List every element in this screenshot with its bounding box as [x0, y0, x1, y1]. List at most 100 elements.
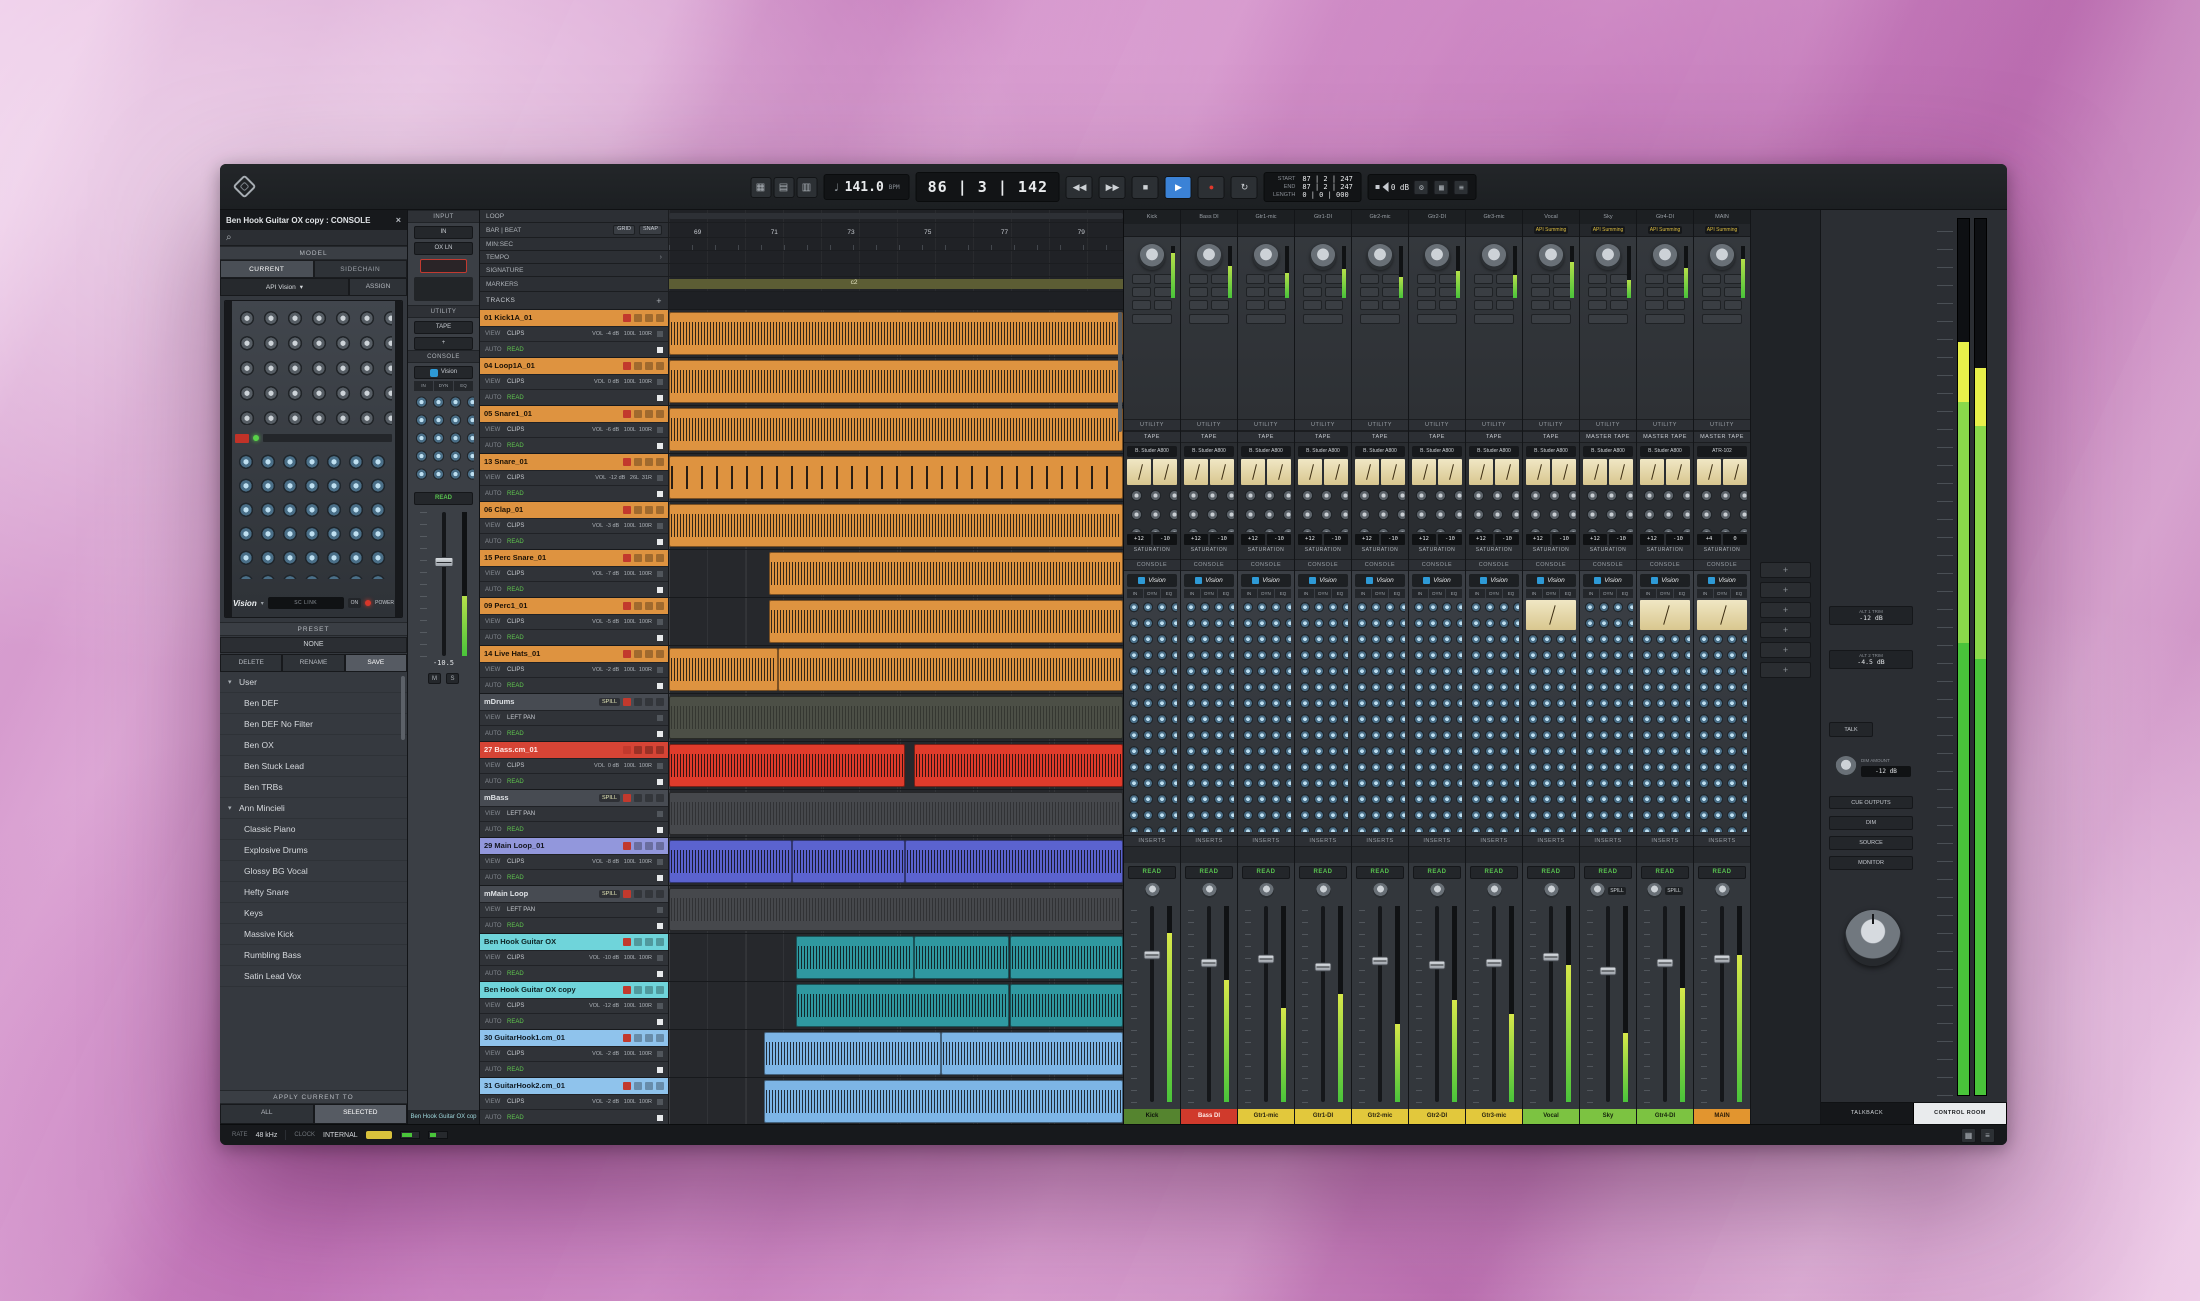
tape-knobs[interactable] — [1241, 487, 1291, 532]
automation-mode[interactable]: READ — [507, 635, 524, 641]
loop-ruler[interactable] — [669, 210, 1123, 222]
insert-slot[interactable]: API Summing — [1523, 224, 1579, 237]
pan-knob[interactable] — [1647, 883, 1662, 898]
audio-clip[interactable] — [905, 840, 1123, 883]
vision-eq-toggle[interactable]: EQ — [1617, 589, 1633, 598]
automation-read-button[interactable]: READ — [1698, 866, 1746, 879]
chevron-down-icon[interactable]: ▾ — [228, 678, 239, 686]
input-select-button[interactable] — [1360, 314, 1400, 324]
clock-value[interactable]: INTERNAL — [323, 1132, 358, 1139]
track-lane[interactable] — [669, 310, 1123, 357]
cal-value[interactable]: -10 — [1495, 534, 1519, 545]
pan-knob[interactable] — [1544, 883, 1559, 898]
view-mode-value[interactable]: CLIPS — [507, 475, 524, 481]
tape-module[interactable]: B. Studer A800 +12 -10 SATURATION — [1409, 443, 1465, 559]
track-lane[interactable] — [669, 598, 1123, 645]
input-gain-knob[interactable] — [1310, 244, 1336, 270]
auto-label[interactable]: AUTO — [485, 587, 502, 593]
tape-knobs[interactable] — [1298, 487, 1348, 532]
vision-eq-toggle[interactable]: EQ — [454, 381, 473, 391]
input-monitor-button[interactable] — [634, 698, 642, 706]
insert-slot[interactable] — [1295, 224, 1351, 237]
menu-icon[interactable]: ≡ — [1454, 180, 1469, 195]
track-name-row[interactable]: mDrums SPILL — [480, 694, 668, 710]
record-arm-button[interactable] — [623, 362, 631, 370]
input-empty-slot[interactable] — [414, 277, 473, 301]
saturation-value[interactable]: +12 — [1127, 534, 1151, 545]
fader-handle[interactable] — [1315, 963, 1332, 972]
audio-clip[interactable] — [669, 312, 1123, 355]
input-monitor-button[interactable] — [634, 314, 642, 322]
vision-in-toggle[interactable]: IN — [1298, 589, 1314, 598]
record-enable-slot[interactable] — [420, 259, 467, 273]
solo-button[interactable] — [645, 554, 653, 562]
automation-mode[interactable]: READ — [507, 347, 524, 353]
rate-value[interactable]: 48 kHz — [256, 1132, 278, 1139]
vision-knob-grid[interactable] — [1469, 600, 1519, 832]
auto-label[interactable]: AUTO — [485, 539, 502, 545]
track-lane[interactable] — [669, 790, 1123, 837]
vision-dyn-toggle[interactable]: DYN — [1315, 589, 1331, 598]
tab-current[interactable]: CURRENT — [220, 260, 314, 278]
mute-button[interactable] — [656, 362, 664, 370]
track-lane[interactable] — [669, 982, 1123, 1029]
record-button[interactable]: ● — [1198, 176, 1225, 199]
mute-button[interactable] — [656, 1082, 664, 1090]
tape-module[interactable]: B. Studer A800 +12 -10 SATURATION — [1181, 443, 1237, 559]
tape-device-name[interactable]: B. Studer A800 — [1526, 446, 1576, 457]
preset-list-item[interactable]: Rumbling Bass — [220, 945, 407, 966]
audio-clip[interactable] — [669, 888, 1123, 931]
alt1-trim[interactable]: ALT 1 TRIM -12 dB — [1829, 606, 1913, 625]
input-monitor-button[interactable] — [634, 794, 642, 802]
filter-switch[interactable] — [263, 434, 392, 442]
view-label[interactable]: VIEW — [485, 523, 502, 529]
view-mode-value[interactable]: LEFT PAN — [507, 811, 535, 817]
audio-clip[interactable] — [769, 552, 1123, 595]
view-label[interactable]: VIEW — [485, 331, 502, 337]
console-module[interactable]: Vision IN DYN EQ — [1637, 571, 1693, 835]
audio-clip[interactable] — [764, 1032, 941, 1075]
pan-knob[interactable] — [1145, 883, 1160, 898]
mute-button[interactable] — [656, 698, 664, 706]
automation-toggle[interactable] — [657, 635, 663, 641]
monitor-level-value[interactable]: 0 dB — [1391, 183, 1409, 192]
input-buttons[interactable] — [1303, 274, 1343, 310]
mute-button[interactable] — [656, 506, 664, 514]
inserts-empty-slot[interactable] — [1124, 847, 1180, 863]
fader-handle[interactable] — [1372, 957, 1389, 966]
vision-knob-grid[interactable] — [1127, 600, 1177, 832]
solo-button[interactable] — [645, 314, 653, 322]
track-name-row[interactable]: Ben Hook Guitar OX copy — [480, 982, 668, 998]
tape-knobs[interactable] — [1469, 487, 1519, 532]
automation-toggle[interactable] — [657, 1019, 663, 1025]
assign-button[interactable]: ASSIGN — [349, 278, 407, 296]
tape-knobs[interactable] — [1127, 487, 1177, 532]
add-insert-button[interactable]: + — [414, 337, 473, 350]
solo-button[interactable] — [645, 890, 653, 898]
automation-read-button[interactable]: READ — [1470, 866, 1518, 879]
dim-amount-knob[interactable] — [1835, 756, 1857, 778]
add-send-button[interactable]: + — [1760, 662, 1811, 678]
track-name-row[interactable]: 06 Clap_01 — [480, 502, 668, 518]
view-label[interactable]: VIEW — [485, 715, 502, 721]
vision-in-toggle[interactable]: IN — [1355, 589, 1371, 598]
pan-knob[interactable] — [1259, 883, 1274, 898]
vision-plugin-header[interactable]: Vision — [1412, 574, 1462, 587]
insert-slot[interactable]: API Summing — [1637, 224, 1693, 237]
lane-toggle[interactable] — [657, 523, 663, 529]
input-select-button[interactable] — [1132, 314, 1172, 324]
vision-knob-grid[interactable] — [1355, 600, 1405, 832]
input-buttons[interactable] — [1417, 274, 1457, 310]
vision-knob-grid[interactable] — [1640, 632, 1690, 832]
marker-label[interactable]: c2 — [851, 279, 858, 286]
saturation-value[interactable]: +12 — [1241, 534, 1265, 545]
input-buttons[interactable] — [1531, 274, 1571, 310]
track-name-row[interactable]: 13 Snare_01 — [480, 454, 668, 470]
cal-value[interactable]: -10 — [1609, 534, 1633, 545]
mute-button[interactable] — [656, 794, 664, 802]
tape-module[interactable]: B. Studer A800 +12 -10 SATURATION — [1295, 443, 1351, 559]
track-name-row[interactable]: 01 Kick1A_01 — [480, 310, 668, 326]
track-name-row[interactable]: mBass SPILL — [480, 790, 668, 806]
pad-button[interactable] — [235, 434, 249, 443]
vision-knob-grid[interactable] — [1697, 632, 1747, 832]
